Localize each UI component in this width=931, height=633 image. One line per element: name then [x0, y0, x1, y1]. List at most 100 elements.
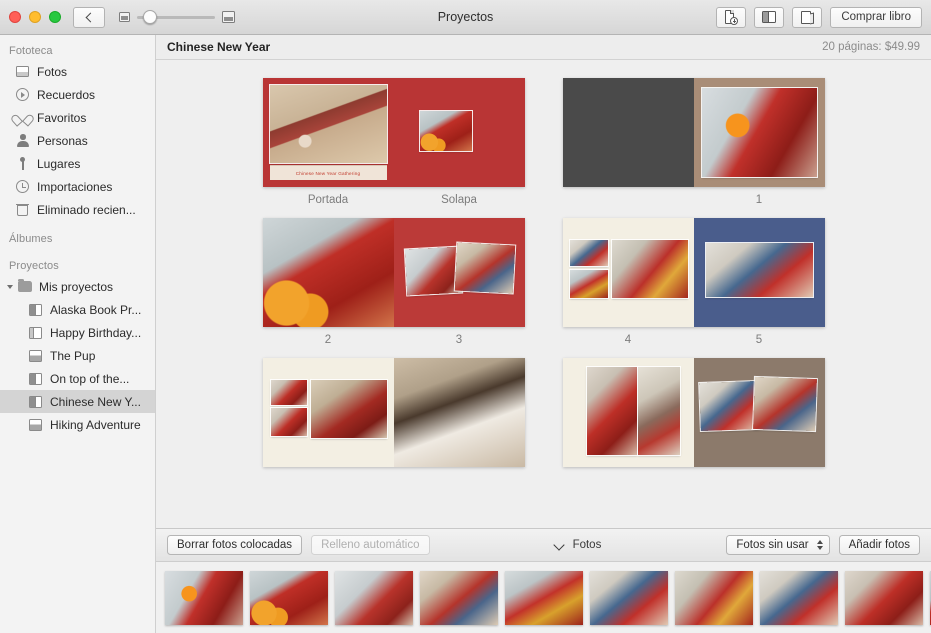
spread-cover[interactable]: Chinese New Year Gathering Portada Solap…: [263, 78, 525, 206]
photo-page-6-a[interactable]: [271, 380, 307, 405]
photo-filter-popup[interactable]: Fotos sin usar: [726, 535, 829, 555]
page-2[interactable]: [263, 218, 394, 327]
spread-pages[interactable]: Chinese New Year Gathering: [263, 78, 525, 187]
spread-pages[interactable]: [563, 358, 825, 467]
spread-2-3[interactable]: 2 3: [263, 218, 525, 346]
stepper-icon[interactable]: [817, 540, 825, 550]
book-preview-button[interactable]: [792, 7, 822, 28]
filmstrip-thumbnail[interactable]: [675, 571, 753, 625]
autofill-button[interactable]: Relleno automático: [311, 535, 429, 555]
large-thumbnail-icon: [222, 11, 235, 23]
photo-page-1[interactable]: [702, 88, 817, 177]
page-8[interactable]: [563, 358, 694, 467]
buy-book-button[interactable]: Comprar libro: [830, 7, 922, 28]
book-icon: [801, 11, 814, 24]
memories-icon: [15, 87, 30, 102]
sidebar-item-on-top-of-the[interactable]: On top of the...: [0, 367, 155, 390]
photo-page-6-c[interactable]: [311, 380, 387, 438]
sidebar-item-favoritos[interactable]: Favoritos: [0, 106, 155, 129]
page-5[interactable]: [694, 218, 825, 327]
page-7[interactable]: [394, 358, 525, 467]
spread-pages[interactable]: [563, 78, 825, 187]
sidebar-item-happy-birthday[interactable]: Happy Birthday...: [0, 321, 155, 344]
photo-page-3-a[interactable]: [404, 247, 461, 296]
sidebar-item-eliminado-recientemente[interactable]: Eliminado recien...: [0, 198, 155, 221]
page-label-left: [563, 194, 694, 206]
filmstrip-thumbnail[interactable]: [760, 571, 838, 625]
page-front-cover[interactable]: Chinese New Year Gathering: [263, 78, 394, 187]
page-9[interactable]: [694, 358, 825, 467]
clear-placed-photos-button[interactable]: Borrar fotos colocadas: [167, 535, 302, 555]
filmstrip-thumbnail[interactable]: [845, 571, 923, 625]
book-canvas[interactable]: Chinese New Year Gathering Portada Solap…: [156, 60, 931, 528]
page-4[interactable]: [563, 218, 694, 327]
spread-6-7[interactable]: [263, 358, 525, 474]
sidebar-item-chinese-new-year[interactable]: Chinese New Y...: [0, 390, 155, 413]
sidebar-item-alaska-book[interactable]: Alaska Book Pr...: [0, 298, 155, 321]
sidebar-item-label: Hiking Adventure: [50, 418, 141, 432]
maximize-window-button[interactable]: [49, 11, 61, 23]
photo-page-4-a[interactable]: [570, 240, 608, 266]
photo-filmstrip[interactable]: [156, 561, 931, 633]
back-button[interactable]: [73, 7, 105, 28]
minimize-window-button[interactable]: [29, 11, 41, 23]
page-blank-dark[interactable]: [563, 78, 694, 187]
zoom-slider[interactable]: [119, 11, 235, 23]
layout-button[interactable]: [754, 7, 784, 28]
sidebar-item-fotos[interactable]: Fotos: [0, 60, 155, 83]
photo-page-3-b[interactable]: [454, 243, 514, 294]
add-page-button[interactable]: [716, 7, 746, 28]
sidebar-item-importaciones[interactable]: Importaciones: [0, 175, 155, 198]
zoom-slider-track[interactable]: [137, 16, 215, 19]
photo-page-8-a[interactable]: [587, 367, 637, 455]
photo-page-5[interactable]: [706, 243, 813, 297]
disclosure-triangle-icon[interactable]: [7, 285, 13, 289]
sidebar-item-the-pup[interactable]: The Pup: [0, 344, 155, 367]
chevron-down-icon[interactable]: [555, 541, 564, 550]
page-1[interactable]: [694, 78, 825, 187]
page-3[interactable]: [394, 218, 525, 327]
book-project-icon: [28, 394, 43, 409]
zoom-slider-knob[interactable]: [143, 10, 157, 24]
photo-flap[interactable]: [420, 111, 472, 151]
photos-panel-toggle[interactable]: Fotos: [555, 539, 602, 551]
filmstrip-thumbnail[interactable]: [505, 571, 583, 625]
sidebar-item-label: Personas: [37, 134, 88, 148]
sidebar-item-recuerdos[interactable]: Recuerdos: [0, 83, 155, 106]
filmstrip-thumbnail[interactable]: [335, 571, 413, 625]
book-project-icon: [28, 325, 43, 340]
spread-1[interactable]: 1: [563, 78, 825, 206]
page-flap[interactable]: [394, 78, 525, 187]
spread-pages[interactable]: [263, 358, 525, 467]
photo-filter-value: Fotos sin usar: [736, 539, 808, 551]
spread-4-5[interactable]: 4 5: [563, 218, 825, 346]
spread-pages[interactable]: [263, 218, 525, 327]
photo-page-8-b[interactable]: [638, 367, 680, 455]
bottom-toolbar: Borrar fotos colocadas Relleno automátic…: [156, 528, 931, 561]
photo-page-4-c[interactable]: [612, 240, 688, 298]
photo-page-9-a[interactable]: [699, 381, 759, 431]
filmstrip-thumbnail[interactable]: [420, 571, 498, 625]
title-bar: Proyectos Comprar libro: [0, 0, 931, 35]
sidebar-item-personas[interactable]: Personas: [0, 129, 155, 152]
sidebar-item-label: Importaciones: [37, 180, 112, 194]
sidebar-item-label: Lugares: [37, 157, 80, 171]
sidebar-item-mis-proyectos[interactable]: Mis proyectos: [0, 275, 155, 298]
spread-labels: 2 3: [263, 334, 525, 346]
filmstrip-thumbnail[interactable]: [590, 571, 668, 625]
spread-8-9[interactable]: [563, 358, 825, 474]
photo-page-4-b[interactable]: [570, 270, 608, 298]
window-controls: [9, 11, 61, 23]
photo-page-9-b[interactable]: [753, 377, 817, 431]
add-photos-button[interactable]: Añadir fotos: [839, 535, 920, 555]
spread-pages[interactable]: [563, 218, 825, 327]
page-label-right: 5: [694, 334, 825, 346]
photo-page-6-b[interactable]: [271, 408, 307, 436]
filmstrip-thumbnail[interactable]: [250, 571, 328, 625]
sidebar-item-hiking-adventure[interactable]: Hiking Adventure: [0, 413, 155, 436]
close-window-button[interactable]: [9, 11, 21, 23]
page-6[interactable]: [263, 358, 394, 467]
photo-cover-family[interactable]: [270, 85, 387, 163]
sidebar-item-lugares[interactable]: Lugares: [0, 152, 155, 175]
filmstrip-thumbnail[interactable]: [165, 571, 243, 625]
